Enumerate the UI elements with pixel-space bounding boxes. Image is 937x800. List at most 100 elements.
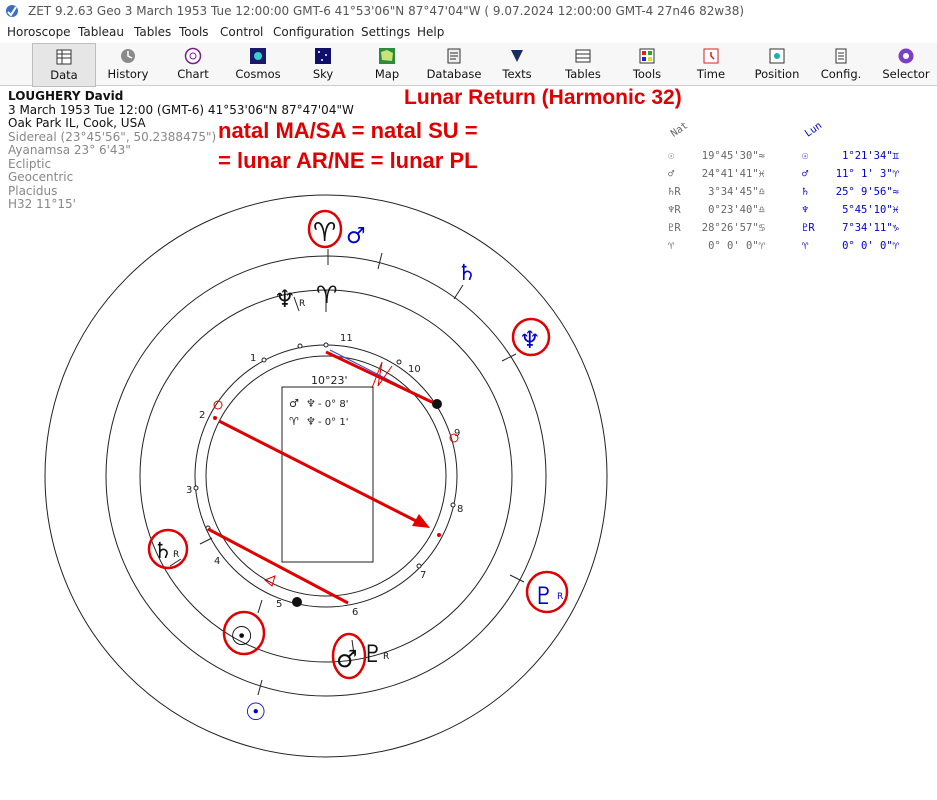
natal-ring	[139, 289, 513, 663]
tick	[199, 537, 213, 545]
house-number: 3	[186, 485, 192, 496]
center-degree: 10°23'	[311, 374, 348, 387]
natal-row: ♈ 0° 0' 0"♈	[668, 240, 765, 252]
pluto-glyph-natal: ♇	[362, 640, 384, 668]
toolbar-tools-button[interactable]: Tools	[622, 43, 672, 85]
natal-header: Nat	[669, 120, 691, 140]
natal-row: ♇R 28°26'57"♋	[668, 222, 765, 234]
cusp-dot	[205, 525, 211, 531]
texts-icon	[511, 50, 523, 62]
toolbar-time-button[interactable]: Time	[686, 43, 736, 85]
toolbar-database-button[interactable]: Database	[423, 43, 485, 85]
lunar-row: ☉ 1°21'34"♊	[802, 150, 899, 162]
menu-tables[interactable]: Tables	[134, 25, 171, 39]
toolbar-cosmos-button[interactable]: Cosmos	[229, 43, 287, 85]
toolbar-tables-button[interactable]: Tables	[556, 43, 610, 85]
pluto-glyph-lunar: ♇	[533, 582, 555, 610]
annotation-title: Lunar Return (Harmonic 32)	[404, 86, 682, 109]
neptune-glyph-natal: ♆	[274, 285, 296, 313]
house-number: 10	[408, 364, 421, 375]
time-icon	[703, 48, 719, 64]
selector-icon	[898, 48, 914, 64]
toolbar-texts-button[interactable]: Texts	[494, 43, 540, 85]
config-icon	[835, 48, 847, 64]
outer-ring	[44, 194, 608, 758]
toolbar-chart-button[interactable]: Chart	[165, 43, 221, 85]
marker-circle	[449, 433, 459, 443]
red-dot	[437, 533, 441, 537]
mars-mark	[264, 575, 276, 587]
highlight-circle	[525, 570, 569, 614]
aspect-line-red	[207, 527, 349, 605]
house-number: 6	[352, 607, 358, 618]
menu-tableau[interactable]: Tableau	[78, 25, 124, 39]
natal-row: ♆R 0°23'40"♎	[668, 204, 765, 216]
toolbar-history-button[interactable]: History	[100, 43, 156, 85]
toolbar-sky-button[interactable]: Sky	[296, 43, 350, 85]
mars-glyph-lunar: ♂	[346, 224, 366, 249]
neptune-retrograde: R	[299, 299, 305, 309]
harmonic: H32 11°15'	[8, 197, 76, 211]
tick	[169, 558, 182, 567]
tick	[257, 599, 263, 614]
aspect-planet-b: ♆	[306, 415, 316, 428]
cusp-dot	[261, 357, 267, 363]
cusp-dot	[416, 563, 422, 569]
menu-help[interactable]: Help	[417, 25, 444, 39]
cosmos-icon	[250, 48, 266, 64]
toolbar-data-button[interactable]: Data	[32, 43, 96, 87]
tick	[351, 639, 355, 655]
title-bar: ZET 9.2.63 Geo 3 March 1953 Tue 12:00:00…	[0, 0, 937, 22]
natal-row: ♄R 3°34'45"♎	[668, 186, 765, 198]
menu-settings[interactable]: Settings	[361, 25, 410, 39]
aspect-planet-a: ♈	[289, 415, 299, 428]
tick	[509, 574, 525, 583]
neptune-glyph-lunar: ♆	[519, 326, 541, 354]
toolbar-position-button[interactable]: Position	[748, 43, 806, 85]
menu-configuration[interactable]: Configuration	[273, 25, 354, 39]
menu-control[interactable]: Control	[220, 25, 263, 39]
birth-datetime: 3 March 1953 Tue 12:00 (GMT-6) 41°53'06"…	[8, 102, 354, 117]
toolbar-selector-button[interactable]: Selector	[878, 43, 934, 85]
highlight-circle	[511, 317, 551, 357]
tables-icon	[575, 49, 591, 63]
menu-horoscope[interactable]: Horoscope	[7, 25, 71, 39]
position-icon	[769, 48, 785, 64]
toolbar-map-button[interactable]: Map	[360, 43, 414, 85]
toolbar-config-button[interactable]: Config.	[818, 43, 864, 85]
cusp-dot	[323, 342, 329, 348]
aries-glyph-natal: ♈	[316, 281, 338, 309]
map-icon	[379, 48, 395, 64]
highlight-circle	[222, 610, 266, 656]
saturn-retrograde: R	[173, 550, 179, 560]
tick	[501, 353, 517, 362]
red-dot	[213, 416, 217, 420]
aspect-value: - 0° 8'	[318, 399, 348, 410]
menu-bar: Horoscope Tableau Tables Tools Control C…	[0, 22, 937, 42]
cusp-dot	[297, 343, 303, 349]
lunar-row: ♄ 25° 9'56"≈	[802, 186, 899, 198]
marker-circle	[213, 400, 223, 410]
cusp-dot	[450, 502, 456, 508]
saturn-glyph-natal: ♄	[153, 539, 173, 564]
highlight-circle	[331, 632, 367, 680]
aspect-line-blue	[329, 349, 437, 405]
natal-row: ♂ 24°41'41"♓	[668, 168, 765, 180]
aspect-value: - 0° 1'	[318, 417, 348, 428]
middle-ring	[105, 255, 547, 697]
house-number: 8	[457, 504, 463, 515]
aspect-planet-b: ♆	[306, 397, 316, 410]
positions-table: Nat Lun ☉ 19°45'30"≈ ♂ 24°41'41"♓ ♄R 3°34…	[668, 120, 908, 262]
mars-glyph-natal: ♂	[336, 645, 358, 673]
tick	[377, 252, 383, 270]
house-system: Placidus	[8, 183, 58, 198]
house-number: 7	[420, 570, 426, 581]
pluto-retrograde: R	[557, 592, 563, 602]
zet-app-icon	[6, 5, 18, 17]
person-name: LOUGHERY David	[8, 89, 124, 103]
menu-tools[interactable]: Tools	[179, 25, 209, 39]
aspect-planet-a: ♂	[289, 397, 299, 410]
natal-row: ☉ 19°45'30"≈	[668, 150, 765, 162]
highlight-circle	[307, 209, 343, 249]
toolbar: Data History Chart Cosmos Sky Map Databa…	[0, 43, 937, 87]
